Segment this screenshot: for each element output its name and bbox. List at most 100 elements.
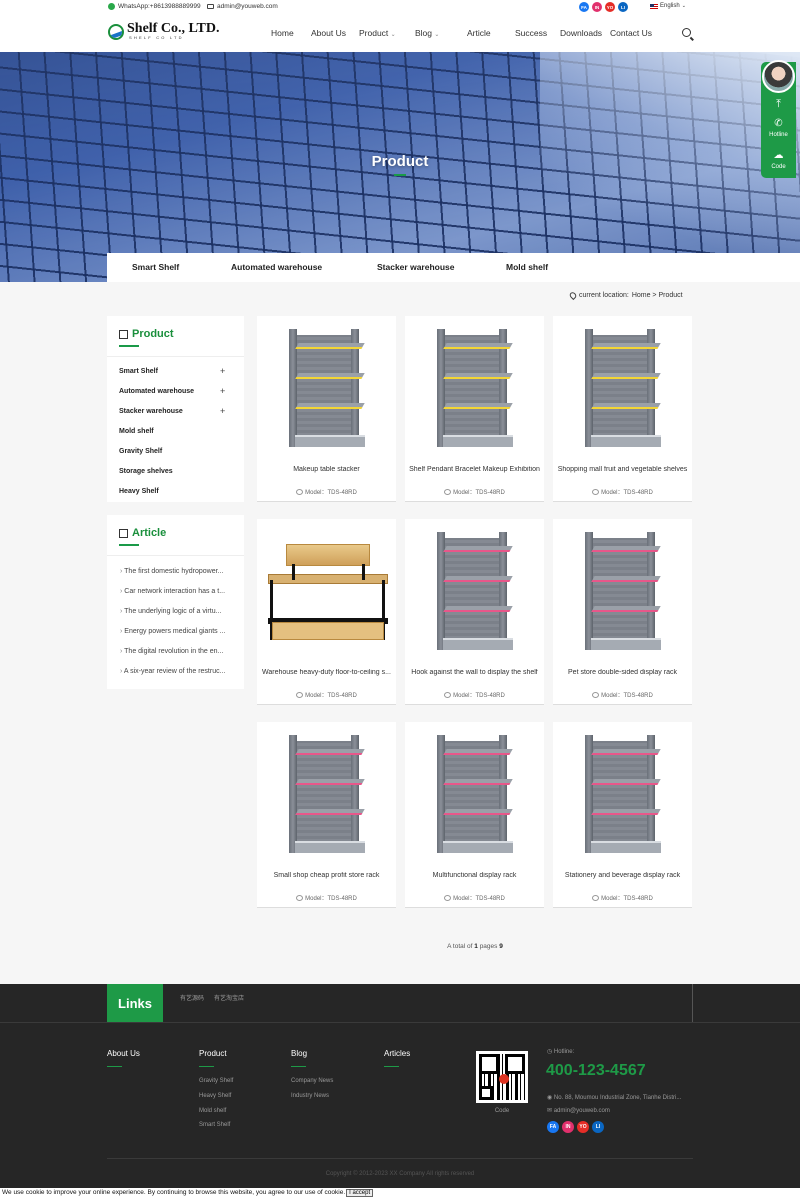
product-title[interactable]: Multifunctional display rack [409, 872, 540, 879]
product-image[interactable] [405, 722, 544, 865]
product-image[interactable] [257, 519, 396, 662]
friend-link[interactable]: 有艺源码 [180, 993, 204, 1002]
expand-plus-icon[interactable]: + [220, 386, 225, 396]
model-icon [444, 691, 452, 698]
product-title[interactable]: Warehouse heavy-duty floor-to-ceiling s.… [261, 669, 392, 676]
sidebar-item[interactable]: Gravity Shelf [119, 448, 162, 455]
nav-about-us[interactable]: About Us [311, 28, 346, 38]
shelf-back-panel [296, 334, 357, 439]
product-title[interactable]: Small shop cheap profit store rack [261, 872, 392, 879]
footer-col-product[interactable]: Product [199, 1049, 227, 1058]
social-fa-icon[interactable]: FA [579, 2, 589, 12]
footer-col-articles[interactable]: Articles [384, 1049, 410, 1058]
footer-social-li-icon[interactable]: LI [592, 1121, 604, 1133]
gondola-shelf-image [584, 531, 661, 650]
friend-link[interactable]: 有艺淘宝店 [214, 993, 244, 1002]
sidebar-item[interactable]: Automated warehouse [119, 388, 194, 395]
product-card[interactable]: Warehouse heavy-duty floor-to-ceiling s.… [257, 519, 396, 705]
nav-blog[interactable]: Blog ⌄ [415, 28, 439, 38]
product-title[interactable]: Hook against the wall to display the she… [409, 669, 540, 676]
footer-link[interactable]: Company News [291, 1078, 333, 1084]
tab-automated-warehouse[interactable]: Automated warehouse [231, 262, 322, 272]
nav-downloads[interactable]: Downloads [560, 28, 602, 38]
avatar[interactable] [762, 60, 795, 93]
gondola-shelf-image [288, 328, 365, 447]
product-card[interactable]: Multifunctional display rack Model：TDS-48… [405, 722, 544, 908]
footer-social-fa-icon[interactable]: FA [547, 1121, 559, 1133]
pager-mid: pages [479, 943, 498, 950]
article-link[interactable]: The underlying logic of a virtu... [120, 608, 221, 615]
tab-smart-shelf[interactable]: Smart Shelf [132, 262, 179, 272]
pagination: A total of 1 pages 9 [0, 943, 800, 950]
product-image[interactable] [553, 722, 692, 865]
article-link[interactable]: Car network interaction has a t... [120, 588, 225, 595]
product-image[interactable] [257, 722, 396, 865]
footer-link[interactable]: Industry News [291, 1093, 329, 1099]
expand-plus-icon[interactable]: + [220, 366, 225, 376]
product-card[interactable]: Hook against the wall to display the she… [405, 519, 544, 705]
model-icon [592, 894, 600, 901]
footer-col-underline [384, 1066, 399, 1067]
accept-cookie-button[interactable]: I accept [346, 1189, 374, 1197]
footer-link[interactable]: Smart Shelf [199, 1122, 230, 1128]
sidebar-item[interactable]: Mold shelf [119, 428, 154, 435]
product-image[interactable] [257, 316, 396, 459]
sidebar-item[interactable]: Smart Shelf [119, 368, 158, 375]
product-card[interactable]: Shelf Pendant Bracelet Makeup Exhibition… [405, 316, 544, 502]
nav-product-label: Product [359, 28, 389, 38]
nav-article[interactable]: Article [467, 28, 491, 38]
product-title[interactable]: Makeup table stacker [261, 466, 392, 473]
product-card[interactable]: Stationery and beverage display rack Mode… [553, 722, 692, 908]
product-image[interactable] [405, 316, 544, 459]
nav-contact-us[interactable]: Contact Us [610, 28, 652, 38]
whatsapp-contact[interactable]: WhatsApp:+8613988889999 [108, 3, 201, 10]
product-card[interactable]: Pet store double-sided display rack Model… [553, 519, 692, 705]
product-title[interactable]: Shelf Pendant Bracelet Makeup Exhibition [409, 466, 540, 473]
footer-link[interactable]: Mold shelf [199, 1108, 226, 1114]
product-model: Model：TDS-48RD [257, 690, 396, 699]
tab-mold-shelf[interactable]: Mold shelf [506, 262, 548, 272]
breadcrumb-path[interactable]: Home > Product [632, 292, 683, 299]
back-to-top-icon[interactable]: ⤒ [761, 98, 796, 111]
tab-stacker-warehouse[interactable]: Stacker warehouse [377, 262, 454, 272]
social-li-icon[interactable]: LI [618, 2, 628, 12]
hotline-number[interactable]: 400-123-4567 [546, 1062, 646, 1080]
product-card[interactable]: Shopping mall fruit and vegetable shelve… [553, 316, 692, 502]
email-contact[interactable]: admin@youweb.com [207, 3, 278, 10]
chevron-down-icon: ⌄ [390, 32, 396, 38]
hotline-button[interactable]: Hotline [761, 132, 796, 138]
search-icon[interactable] [682, 28, 691, 37]
sidebar-item[interactable]: Storage shelves [119, 468, 173, 475]
article-link[interactable]: Energy powers medical giants ... [120, 628, 225, 635]
social-in-icon[interactable]: IN [592, 2, 602, 12]
product-title[interactable]: Stationery and beverage display rack [557, 872, 688, 879]
nav-home[interactable]: Home [271, 28, 294, 38]
nav-product[interactable]: Product ⌄ [359, 28, 396, 38]
footer-col-blog[interactable]: Blog [291, 1049, 307, 1058]
footer-email[interactable]: ✉ admin@youweb.com [547, 1107, 610, 1114]
product-image[interactable] [553, 316, 692, 459]
footer-social-yo-icon[interactable]: YO [577, 1121, 589, 1133]
sidebar-item[interactable]: Stacker warehouse [119, 408, 183, 415]
footer-social-in-icon[interactable]: IN [562, 1121, 574, 1133]
product-title[interactable]: Pet store double-sided display rack [557, 669, 688, 676]
footer-link[interactable]: Gravity Shelf [199, 1078, 233, 1084]
article-link[interactable]: A six-year review of the restruc... [120, 668, 226, 675]
nav-success[interactable]: Success [515, 28, 547, 38]
article-link[interactable]: The first domestic hydropower... [120, 568, 223, 575]
social-yo-icon[interactable]: YO [605, 2, 615, 12]
product-card[interactable]: Makeup table stacker Model：TDS-48RD [257, 316, 396, 502]
product-image[interactable] [553, 519, 692, 662]
footer-col-about[interactable]: About Us [107, 1049, 140, 1058]
code-button[interactable]: Code [761, 164, 796, 170]
expand-plus-icon[interactable]: + [220, 406, 225, 416]
sidebar-item[interactable]: Heavy Shelf [119, 488, 159, 495]
article-link[interactable]: The digital revolution in the en... [120, 648, 223, 655]
footer-link[interactable]: Heavy Shelf [199, 1093, 231, 1099]
shelf-back-panel [296, 740, 357, 845]
language-selector[interactable]: English ⌄ [650, 3, 686, 9]
product-card[interactable]: Small shop cheap profit store rack Model：… [257, 722, 396, 908]
product-title[interactable]: Shopping mall fruit and vegetable shelve… [557, 466, 688, 473]
logo[interactable]: Shelf Co., LTD. SHELF CO LTD [108, 22, 219, 40]
product-image[interactable] [405, 519, 544, 662]
